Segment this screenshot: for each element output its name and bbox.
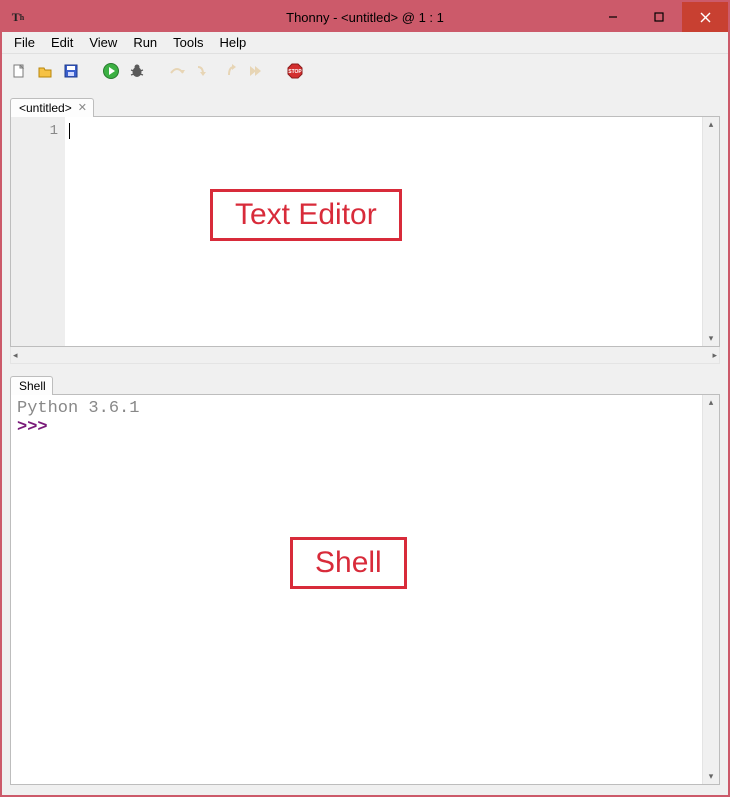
debug-button[interactable] <box>126 60 148 82</box>
menu-run[interactable]: Run <box>125 33 165 52</box>
run-button[interactable] <box>100 60 122 82</box>
editor-horizontal-scrollbar[interactable]: ◂ ▸ <box>10 347 720 364</box>
menu-file[interactable]: File <box>6 33 43 52</box>
content-area: <untitled> ✕ 1 ▴ ▾ ◂ ▸ Text <box>2 88 728 795</box>
menu-view[interactable]: View <box>81 33 125 52</box>
scroll-right-icon[interactable]: ▸ <box>712 350 717 361</box>
minimize-button[interactable] <box>590 2 636 32</box>
scroll-down-icon[interactable]: ▾ <box>709 771 714 782</box>
app-window: Th Thonny - <untitled> @ 1 : 1 File Edit… <box>0 0 730 797</box>
editor-tab-strip: <untitled> ✕ <box>10 94 720 116</box>
editor-tab[interactable]: <untitled> ✕ <box>10 98 94 117</box>
shell-tab[interactable]: Shell <box>10 376 53 395</box>
line-number: 1 <box>11 123 58 139</box>
code-editor[interactable] <box>65 117 702 346</box>
editor-box: 1 ▴ ▾ <box>10 116 720 347</box>
editor-vertical-scrollbar[interactable]: ▴ ▾ <box>702 117 719 346</box>
scroll-left-icon[interactable]: ◂ <box>13 350 18 361</box>
scroll-up-icon[interactable]: ▴ <box>709 397 714 408</box>
stop-button[interactable]: STOP <box>284 60 306 82</box>
titlebar[interactable]: Th Thonny - <untitled> @ 1 : 1 <box>2 2 728 32</box>
save-button[interactable] <box>60 60 82 82</box>
step-into-button[interactable] <box>192 60 214 82</box>
menu-tools[interactable]: Tools <box>165 33 211 52</box>
shell-output[interactable]: Python 3.6.1 >>> <box>11 395 702 784</box>
menubar: File Edit View Run Tools Help <box>2 32 728 54</box>
editor-panel: <untitled> ✕ 1 ▴ ▾ ◂ ▸ Text <box>10 94 720 364</box>
menu-edit[interactable]: Edit <box>43 33 81 52</box>
maximize-button[interactable] <box>636 2 682 32</box>
shell-vertical-scrollbar[interactable]: ▴ ▾ <box>702 395 719 784</box>
shell-tab-strip: Shell <box>10 372 720 394</box>
resume-button[interactable] <box>244 60 266 82</box>
menu-help[interactable]: Help <box>212 33 255 52</box>
scroll-down-icon[interactable]: ▾ <box>709 333 714 344</box>
step-out-button[interactable] <box>218 60 240 82</box>
shell-prompt: >>> <box>17 418 48 437</box>
line-gutter: 1 <box>11 117 65 346</box>
shell-tab-label: Shell <box>19 379 46 393</box>
close-button[interactable] <box>682 2 728 32</box>
shell-banner: Python 3.6.1 <box>17 399 696 418</box>
shell-panel: Shell Python 3.6.1 >>> ▴ ▾ Shell <box>10 372 720 785</box>
window-controls <box>590 2 728 32</box>
close-tab-icon[interactable]: ✕ <box>78 103 87 114</box>
svg-text:STOP: STOP <box>288 69 302 75</box>
app-icon: Th <box>10 9 26 25</box>
editor-tab-label: <untitled> <box>19 101 72 115</box>
shell-box: Python 3.6.1 >>> ▴ ▾ <box>10 394 720 785</box>
new-file-button[interactable] <box>8 60 30 82</box>
scroll-up-icon[interactable]: ▴ <box>709 119 714 130</box>
text-cursor <box>69 123 70 139</box>
step-over-button[interactable] <box>166 60 188 82</box>
open-file-button[interactable] <box>34 60 56 82</box>
toolbar: STOP <box>2 54 728 88</box>
